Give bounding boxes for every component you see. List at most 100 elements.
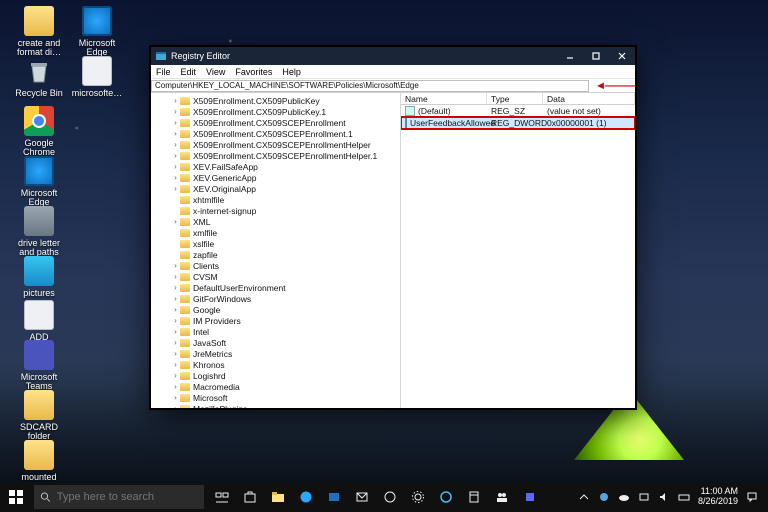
chevron-right-icon[interactable]: ›: [171, 184, 180, 193]
close-button[interactable]: [609, 47, 635, 65]
edge-icon[interactable]: [292, 482, 320, 512]
tree-node[interactable]: ›X509Enrollment.CX509SCEPEnrollment.1: [153, 128, 400, 139]
desktop-icon-pictures[interactable]: pictures: [10, 256, 68, 298]
chevron-right-icon[interactable]: ›: [171, 360, 180, 369]
tree-node[interactable]: ›MozillaPlugins: [153, 403, 400, 408]
chevron-right-icon[interactable]: ›: [171, 272, 180, 281]
chevron-right-icon[interactable]: ›: [171, 305, 180, 314]
tree-node[interactable]: ›X509Enrollment.CX509PublicKey: [153, 95, 400, 106]
tree-node[interactable]: ›JreMetrics: [153, 348, 400, 359]
tree-node[interactable]: ›Intel: [153, 326, 400, 337]
desktop-icon-sdcard[interactable]: SDCARD folder: [10, 390, 68, 442]
tree-node[interactable]: ›Clients: [153, 260, 400, 271]
chevron-right-icon[interactable]: ›: [171, 151, 180, 160]
tree-node[interactable]: ›IM Providers: [153, 315, 400, 326]
chevron-right-icon[interactable]: ›: [171, 349, 180, 358]
store-icon[interactable]: [236, 482, 264, 512]
chevron-right-icon[interactable]: ›: [171, 107, 180, 116]
mail-icon[interactable]: [348, 482, 376, 512]
titlebar[interactable]: Registry Editor: [151, 47, 635, 65]
tree-node[interactable]: ›XEV.FailSafeApp: [153, 161, 400, 172]
chevron-right-icon[interactable]: ›: [171, 283, 180, 292]
chevron-right-icon[interactable]: ›: [171, 217, 180, 226]
desktop-icon-edge-2[interactable]: Microsoft Edge: [10, 156, 68, 208]
col-type[interactable]: Type: [487, 93, 543, 104]
tree-node[interactable]: xhtmlfile: [153, 194, 400, 205]
tray-app-icon[interactable]: [594, 482, 614, 512]
task-view-icon[interactable]: [208, 482, 236, 512]
desktop-icon-microsoftea[interactable]: microsofte…: [68, 56, 126, 98]
tree-node[interactable]: zapfile: [153, 249, 400, 260]
tree-node[interactable]: xmlfile: [153, 227, 400, 238]
tree-node[interactable]: ›X509Enrollment.CX509SCEPEnrollmentHelpe…: [153, 150, 400, 161]
chevron-right-icon[interactable]: ›: [171, 404, 180, 408]
desktop-icon-edge-1[interactable]: Microsoft Edge: [68, 6, 126, 58]
value-row[interactable]: UserFeedbackAllowedREG_DWORD0x00000001 (…: [401, 117, 635, 129]
chevron-right-icon[interactable]: ›: [171, 173, 180, 182]
tree-node[interactable]: ›XEV.OriginalApp: [153, 183, 400, 194]
menu-view[interactable]: View: [201, 67, 230, 77]
tree-node[interactable]: ›Macromedia: [153, 381, 400, 392]
menu-file[interactable]: File: [151, 67, 176, 77]
action-center-icon[interactable]: [742, 482, 762, 512]
address-input[interactable]: [151, 80, 589, 92]
chevron-right-icon[interactable]: ›: [171, 393, 180, 402]
chevron-right-icon[interactable]: ›: [171, 261, 180, 270]
list-header[interactable]: Name Type Data: [401, 93, 635, 105]
values-pane[interactable]: Name Type Data (Default)REG_SZ(value not…: [401, 93, 635, 408]
tree-node[interactable]: ›CVSM: [153, 271, 400, 282]
desktop-icon-drive-letter[interactable]: drive letter and paths: [10, 206, 68, 258]
taskbar-search-input[interactable]: [57, 491, 198, 503]
tree-node[interactable]: xslfile: [153, 238, 400, 249]
tree-node[interactable]: ›GitForWindows: [153, 293, 400, 304]
chevron-right-icon[interactable]: ›: [171, 316, 180, 325]
tree-node[interactable]: ›X509Enrollment.CX509SCEPEnrollment: [153, 117, 400, 128]
chevron-right-icon[interactable]: ›: [171, 371, 180, 380]
chevron-right-icon[interactable]: ›: [171, 140, 180, 149]
chevron-right-icon[interactable]: ›: [171, 129, 180, 138]
tree-node[interactable]: ›Khronos: [153, 359, 400, 370]
tree-node[interactable]: ›DefaultUserEnvironment: [153, 282, 400, 293]
tree-pane[interactable]: ›X509Enrollment.CX509PublicKey›X509Enrol…: [151, 93, 401, 408]
tree-node[interactable]: x-internet-signup: [153, 205, 400, 216]
menu-help[interactable]: Help: [277, 67, 306, 77]
desktop-icon-add[interactable]: ADD: [10, 300, 68, 342]
tree-node[interactable]: ›X509Enrollment.CX509PublicKey.1: [153, 106, 400, 117]
app-icon[interactable]: [516, 482, 544, 512]
tree-node[interactable]: ›X509Enrollment.CX509SCEPEnrollmentHelpe…: [153, 139, 400, 150]
chevron-right-icon[interactable]: ›: [171, 382, 180, 391]
col-data[interactable]: Data: [543, 93, 635, 104]
tray-onedrive-icon[interactable]: [614, 482, 634, 512]
taskbar-clock[interactable]: 11:00 AM 8/26/2019: [694, 487, 742, 507]
xbox-icon[interactable]: [376, 482, 404, 512]
tree-node[interactable]: ›Google: [153, 304, 400, 315]
tree-node[interactable]: ›Logishrd: [153, 370, 400, 381]
chevron-right-icon[interactable]: ›: [171, 162, 180, 171]
value-row[interactable]: (Default)REG_SZ(value not set): [401, 105, 635, 117]
outlook-icon[interactable]: [320, 482, 348, 512]
menu-edit[interactable]: Edit: [176, 67, 202, 77]
minimize-button[interactable]: [557, 47, 583, 65]
tray-chevron-up-icon[interactable]: [574, 482, 594, 512]
taskbar-search[interactable]: [34, 485, 204, 509]
tray-keyboard-icon[interactable]: [674, 482, 694, 512]
tree-node[interactable]: ›XML: [153, 216, 400, 227]
start-button[interactable]: [0, 482, 32, 512]
desktop-icon-chrome[interactable]: Google Chrome: [10, 106, 68, 158]
chevron-right-icon[interactable]: ›: [171, 327, 180, 336]
calculator-icon[interactable]: [460, 482, 488, 512]
cortana-icon[interactable]: [432, 482, 460, 512]
settings-icon[interactable]: [404, 482, 432, 512]
chevron-right-icon[interactable]: ›: [171, 118, 180, 127]
maximize-button[interactable]: [583, 47, 609, 65]
col-name[interactable]: Name: [401, 93, 487, 104]
menu-favorites[interactable]: Favorites: [230, 67, 277, 77]
tree-node[interactable]: ›JavaSoft: [153, 337, 400, 348]
explorer-icon[interactable]: [264, 482, 292, 512]
tree-node[interactable]: ›Microsoft: [153, 392, 400, 403]
chevron-right-icon[interactable]: ›: [171, 338, 180, 347]
tray-network-icon[interactable]: [634, 482, 654, 512]
chevron-right-icon[interactable]: ›: [171, 294, 180, 303]
desktop-icon-create-format[interactable]: create and format di…: [10, 6, 68, 58]
tree-node[interactable]: ›XEV.GenericApp: [153, 172, 400, 183]
